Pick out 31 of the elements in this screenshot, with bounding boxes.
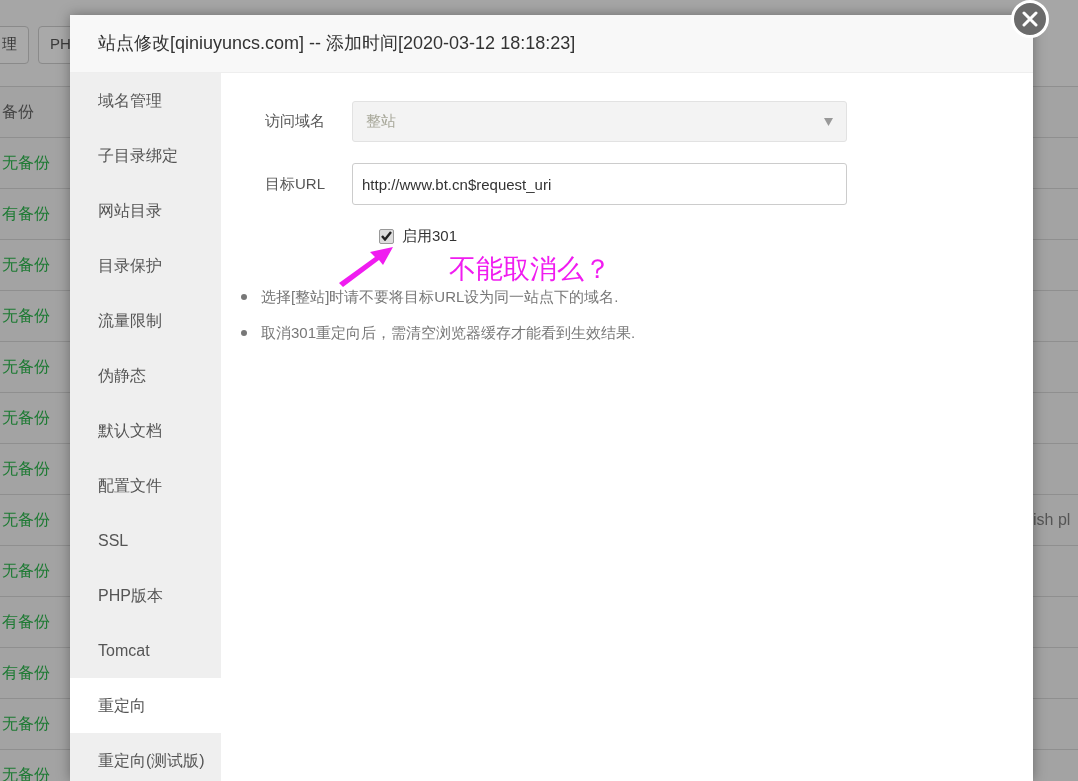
backup-status: 有备份 bbox=[2, 204, 50, 224]
annotation-arrow bbox=[337, 245, 395, 289]
dialog-title: 站点修改[qiniuyuncs.com] -- 添加时间[2020-03-12 18:18:23] bbox=[98, 32, 576, 55]
backup-status: 有备份 bbox=[2, 612, 50, 632]
dropdown-caret-icon bbox=[824, 117, 833, 126]
backup-status: 无备份 bbox=[2, 408, 50, 428]
checkmark-icon bbox=[381, 231, 392, 242]
sidebar-item[interactable]: 重定向 bbox=[70, 678, 221, 733]
backup-status: 无备份 bbox=[2, 714, 50, 734]
checkbox[interactable] bbox=[379, 228, 394, 244]
note-text: 选择[整站]时请不要将目标URL设为同一站点下的域名. bbox=[261, 286, 619, 307]
backup-status: 无备份 bbox=[2, 306, 50, 326]
annotation-text: 不能取消么？ bbox=[449, 253, 611, 286]
backup-status: 无备份 bbox=[2, 561, 50, 581]
bullet-icon bbox=[241, 330, 247, 337]
column-header: 备份 bbox=[2, 102, 34, 122]
backup-status: 无备份 bbox=[2, 255, 50, 275]
field-label: 访问域名 bbox=[264, 111, 326, 132]
backup-status: 无备份 bbox=[2, 459, 50, 479]
backup-status: 无备份 bbox=[2, 510, 50, 530]
backup-status: 无备份 bbox=[2, 153, 50, 173]
backup-status: 无备份 bbox=[2, 357, 50, 377]
table-cell-text: ish pl bbox=[1033, 510, 1071, 530]
field-label: 目标URL bbox=[264, 173, 326, 194]
bullet-icon bbox=[241, 293, 247, 300]
note-text: 取消301重定向后，需清空浏览器缓存才能看到生效结果. bbox=[261, 323, 636, 343]
close-icon bbox=[1022, 11, 1038, 27]
url-input-field[interactable]: http://www.bt.cn$request_uri bbox=[352, 163, 847, 205]
toolbar-button[interactable]: 理 bbox=[0, 25, 29, 64]
checkbox-label: 启用301 bbox=[402, 226, 458, 246]
backup-status: 有备份 bbox=[2, 663, 50, 683]
